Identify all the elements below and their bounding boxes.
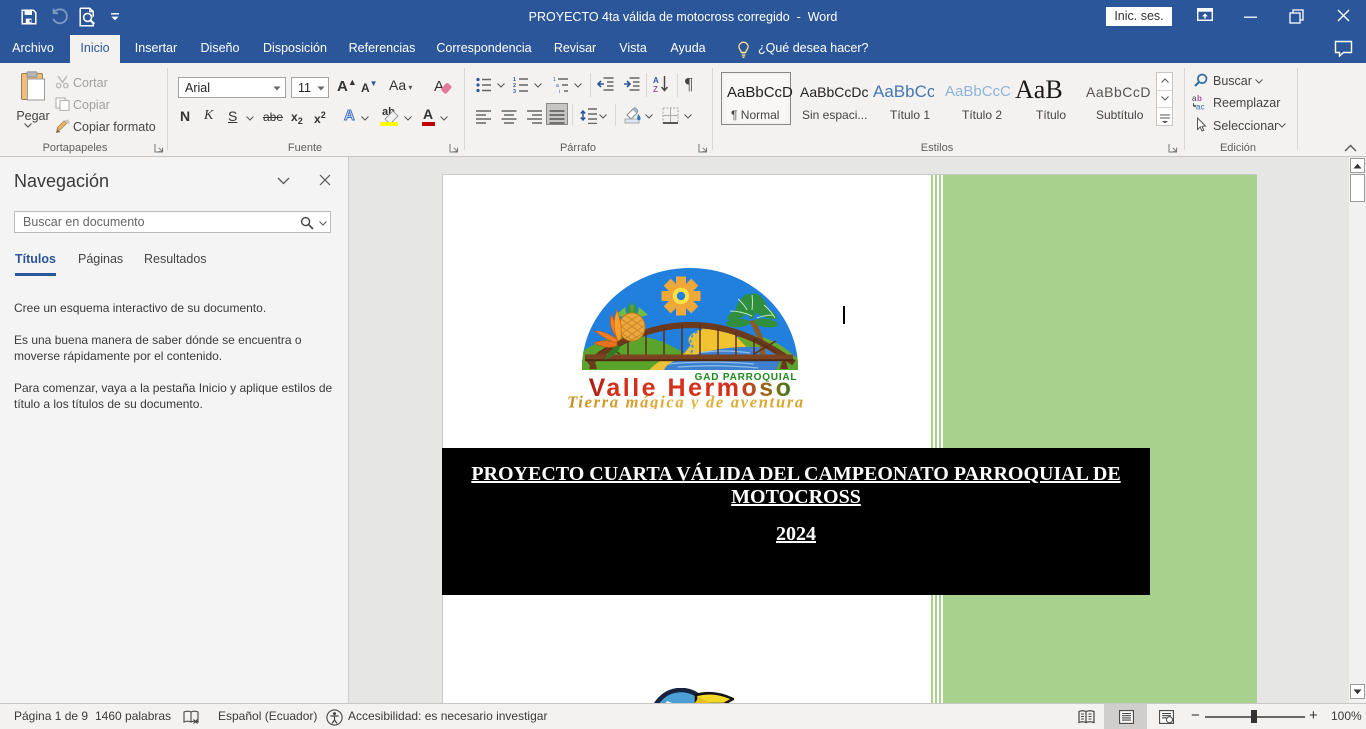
svg-text:ac: ac	[1196, 103, 1204, 111]
svg-text:3: 3	[513, 89, 516, 93]
svg-text:A: A	[653, 76, 659, 85]
svg-text:Tierra mágica y de aventura: Tierra mágica y de aventura	[568, 393, 804, 410]
svg-text:i: i	[559, 89, 560, 93]
svg-text:A: A	[434, 78, 444, 95]
svg-text:Z: Z	[653, 85, 658, 94]
